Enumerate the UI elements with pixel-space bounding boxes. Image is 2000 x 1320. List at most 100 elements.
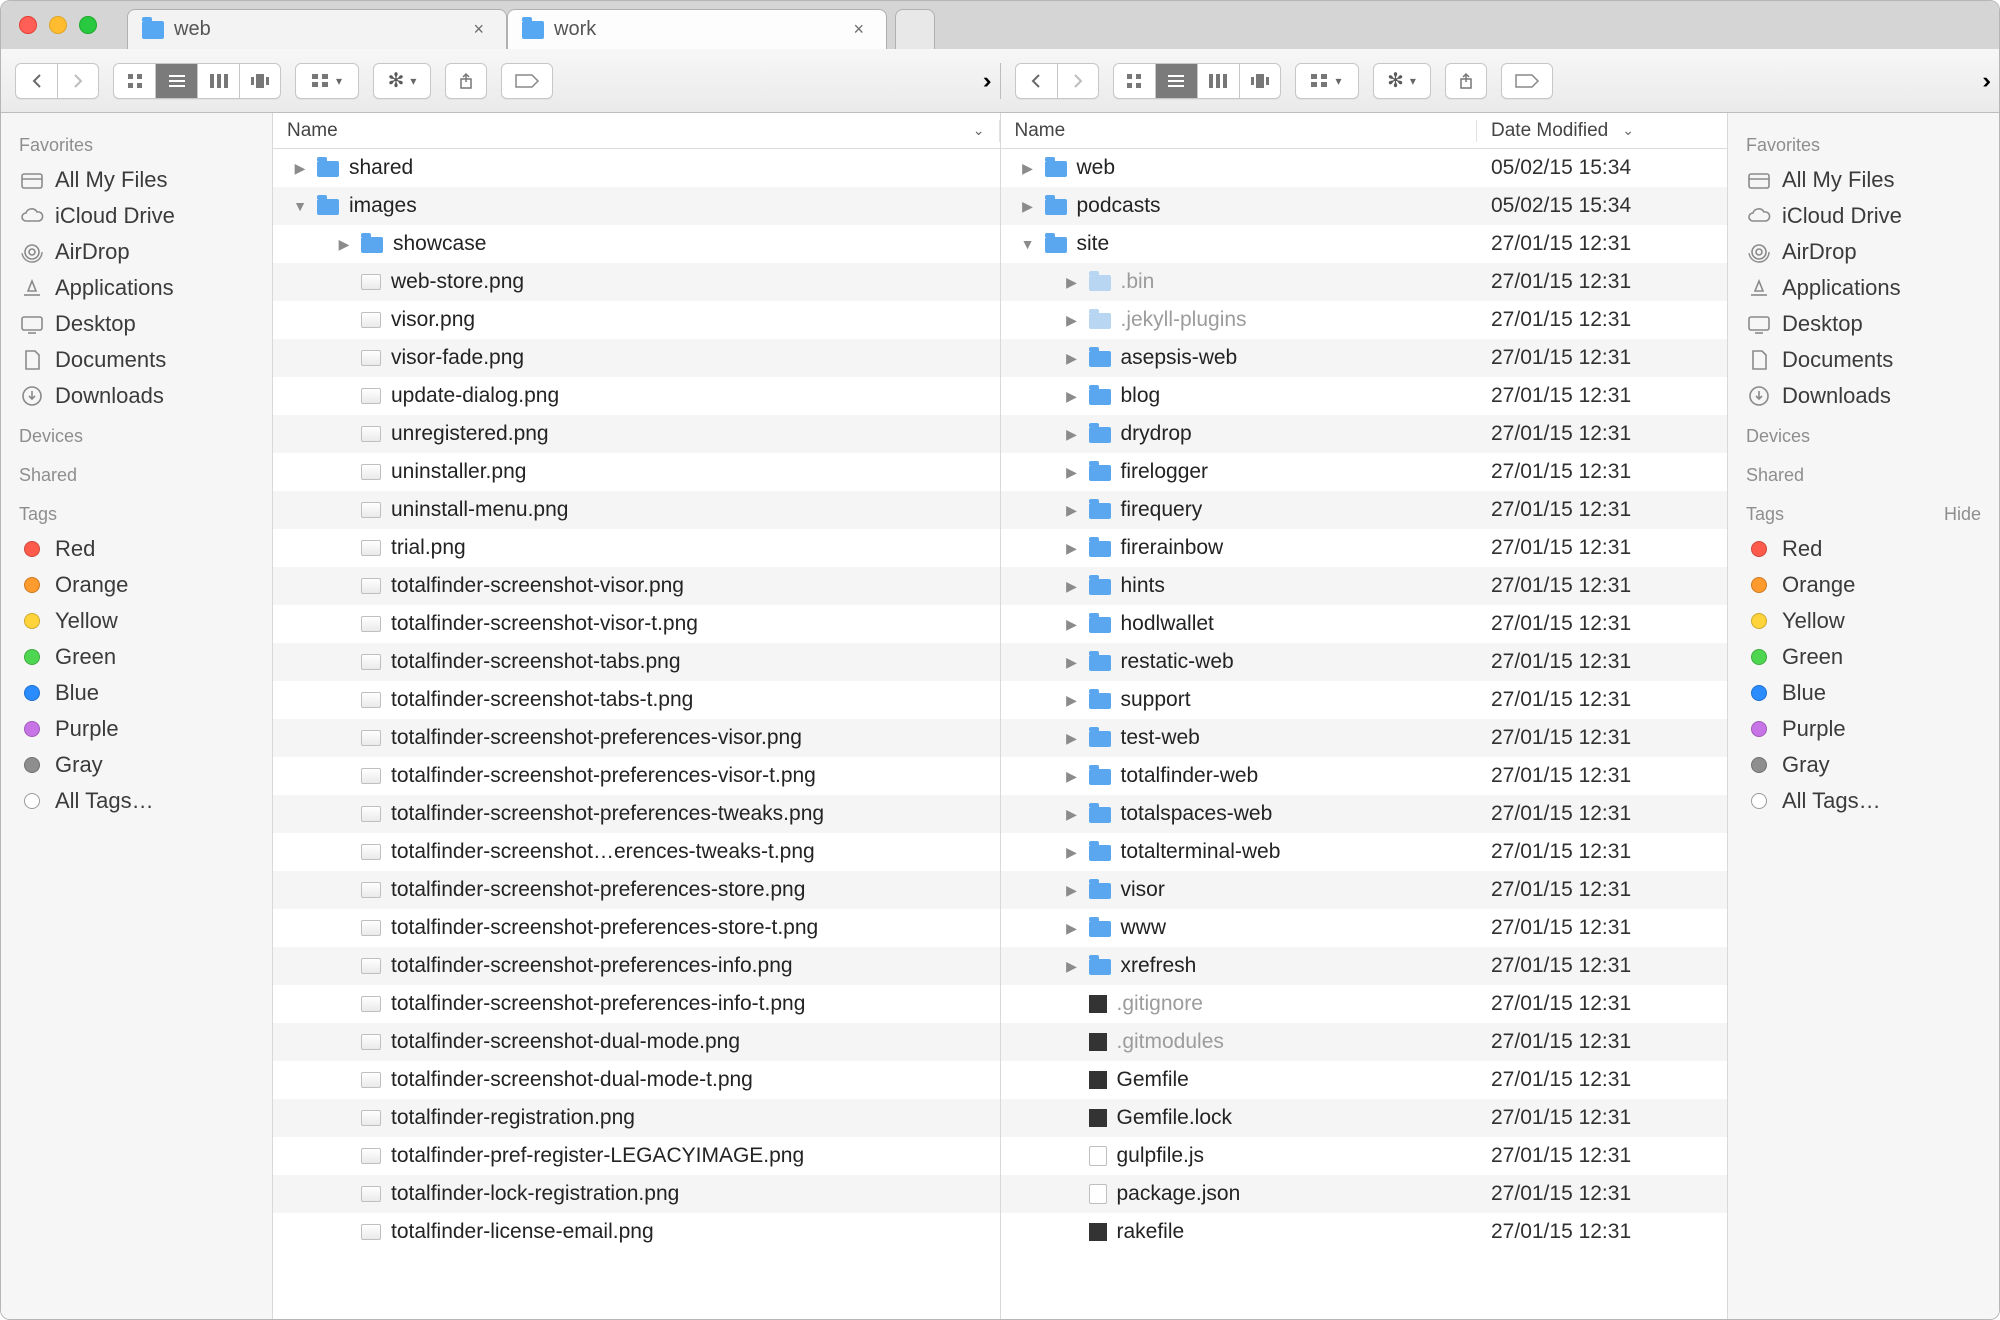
list-item[interactable]: visor.png [273, 301, 1000, 339]
sidebar-tag-blue[interactable]: Blue [1728, 675, 1999, 711]
disclosure-triangle-icon[interactable]: ▶ [1065, 578, 1079, 595]
list-item[interactable]: totalfinder-screenshot-visor.png [273, 567, 1000, 605]
disclosure-triangle-icon[interactable]: ▶ [1065, 274, 1079, 291]
list-item[interactable]: totalfinder-screenshot-visor-t.png [273, 605, 1000, 643]
list-item[interactable]: ▶ firerainbow 27/01/15 12:31 [1001, 529, 1728, 567]
list-item[interactable]: ▶ podcasts 05/02/15 15:34 [1001, 187, 1728, 225]
sidebar-tag-yellow[interactable]: Yellow [1728, 603, 1999, 639]
list-item[interactable]: ▶ xrefresh 27/01/15 12:31 [1001, 947, 1728, 985]
list-item[interactable]: uninstall-menu.png [273, 491, 1000, 529]
list-item[interactable]: Gemfile.lock 27/01/15 12:31 [1001, 1099, 1728, 1137]
action-button[interactable]: ✻▾ [373, 63, 431, 99]
disclosure-triangle-icon[interactable]: ▶ [1021, 198, 1035, 215]
sidebar-item-applications[interactable]: Applications [1728, 270, 1999, 306]
sidebar-tag-red[interactable]: Red [1728, 531, 1999, 567]
disclosure-triangle-icon[interactable]: ▶ [1065, 730, 1079, 747]
icon-view-button-right[interactable] [1113, 63, 1155, 99]
list-item[interactable]: package.json 27/01/15 12:31 [1001, 1175, 1728, 1213]
minimize-window-button[interactable] [49, 16, 67, 34]
disclosure-triangle-icon[interactable]: ▶ [1021, 160, 1035, 177]
disclosure-triangle-icon[interactable]: ▶ [1065, 426, 1079, 443]
sidebar-item-documents[interactable]: Documents [1728, 342, 1999, 378]
list-item[interactable]: totalfinder-screenshot-preferences-store… [273, 909, 1000, 947]
sidebar-item-icloud drive[interactable]: iCloud Drive [1, 198, 272, 234]
sidebar-item-desktop[interactable]: Desktop [1, 306, 272, 342]
list-item[interactable]: gulpfile.js 27/01/15 12:31 [1001, 1137, 1728, 1175]
column-date-right[interactable]: Date Modified⌄ [1477, 120, 1727, 142]
sidebar-tag-purple[interactable]: Purple [1728, 711, 1999, 747]
tags-button-right[interactable] [1501, 63, 1553, 99]
list-item[interactable]: totalfinder-screenshot…erences-tweaks-t.… [273, 833, 1000, 871]
toolbar-overflow-icon-right[interactable]: ›› [1982, 68, 1985, 94]
toolbar-overflow-icon[interactable]: ›› [983, 68, 986, 94]
disclosure-triangle-icon[interactable]: ▶ [1065, 540, 1079, 557]
hide-tags-button[interactable]: Hide [1944, 504, 1981, 525]
close-tab-icon[interactable]: × [853, 19, 864, 40]
sidebar-tag-orange[interactable]: Orange [1728, 567, 1999, 603]
sidebar-tag-purple[interactable]: Purple [1, 711, 272, 747]
forward-button-right[interactable] [1057, 63, 1099, 99]
arrange-button-right[interactable]: ▾ [1295, 63, 1359, 99]
list-item[interactable]: ▶ .jekyll-plugins 27/01/15 12:31 [1001, 301, 1728, 339]
sidebar-tag-gray[interactable]: Gray [1728, 747, 1999, 783]
list-item[interactable]: ▼ images [273, 187, 1000, 225]
list-item[interactable]: totalfinder-screenshot-preferences-store… [273, 871, 1000, 909]
new-tab-button[interactable] [895, 9, 935, 49]
disclosure-triangle-icon[interactable]: ▼ [1021, 236, 1035, 252]
tab-work[interactable]: work × [507, 9, 887, 49]
list-item[interactable]: unregistered.png [273, 415, 1000, 453]
sidebar-tag-green[interactable]: Green [1728, 639, 1999, 675]
disclosure-triangle-icon[interactable]: ▶ [1065, 806, 1079, 823]
list-item[interactable]: trial.png [273, 529, 1000, 567]
disclosure-triangle-icon[interactable]: ▶ [1065, 844, 1079, 861]
sidebar-item-icloud drive[interactable]: iCloud Drive [1728, 198, 1999, 234]
list-item[interactable]: totalfinder-screenshot-dual-mode.png [273, 1023, 1000, 1061]
disclosure-triangle-icon[interactable]: ▶ [1065, 692, 1079, 709]
list-item[interactable]: totalfinder-screenshot-tabs.png [273, 643, 1000, 681]
list-item[interactable]: ▶ hodlwallet 27/01/15 12:31 [1001, 605, 1728, 643]
list-item[interactable]: Gemfile 27/01/15 12:31 [1001, 1061, 1728, 1099]
list-item[interactable]: ▶ totalspaces-web 27/01/15 12:31 [1001, 795, 1728, 833]
back-button-right[interactable] [1015, 63, 1057, 99]
list-item[interactable]: totalfinder-screenshot-preferences-info.… [273, 947, 1000, 985]
column-name[interactable]: Name⌄ [273, 120, 1000, 142]
list-item[interactable]: totalfinder-registration.png [273, 1099, 1000, 1137]
disclosure-triangle-icon[interactable]: ▶ [1065, 958, 1079, 975]
sidebar-tag-green[interactable]: Green [1, 639, 272, 675]
list-item[interactable]: uninstaller.png [273, 453, 1000, 491]
list-item[interactable]: totalfinder-screenshot-preferences-info-… [273, 985, 1000, 1023]
zoom-window-button[interactable] [79, 16, 97, 34]
list-item[interactable]: ▶ drydrop 27/01/15 12:31 [1001, 415, 1728, 453]
list-item[interactable]: totalfinder-screenshot-tabs-t.png [273, 681, 1000, 719]
list-item[interactable]: ▶ hints 27/01/15 12:31 [1001, 567, 1728, 605]
sidebar-tag-gray[interactable]: Gray [1, 747, 272, 783]
disclosure-triangle-icon[interactable]: ▶ [337, 236, 351, 253]
disclosure-triangle-icon[interactable]: ▶ [1065, 920, 1079, 937]
forward-button[interactable] [57, 63, 99, 99]
column-view-button[interactable] [197, 63, 239, 99]
list-item[interactable]: ▶ support 27/01/15 12:31 [1001, 681, 1728, 719]
sidebar-item-airdrop[interactable]: AirDrop [1728, 234, 1999, 270]
list-item[interactable]: totalfinder-screenshot-preferences-visor… [273, 757, 1000, 795]
list-item[interactable]: ▶ totalfinder-web 27/01/15 12:31 [1001, 757, 1728, 795]
share-button-right[interactable] [1445, 63, 1487, 99]
disclosure-triangle-icon[interactable]: ▶ [1065, 616, 1079, 633]
list-item[interactable]: ▶ visor 27/01/15 12:31 [1001, 871, 1728, 909]
icon-view-button[interactable] [113, 63, 155, 99]
coverflow-view-button-right[interactable] [1239, 63, 1281, 99]
list-item[interactable]: ▼ site 27/01/15 12:31 [1001, 225, 1728, 263]
sidebar-item-downloads[interactable]: Downloads [1728, 378, 1999, 414]
list-item[interactable]: totalfinder-pref-register-LEGACYIMAGE.pn… [273, 1137, 1000, 1175]
list-item[interactable]: .gitignore 27/01/15 12:31 [1001, 985, 1728, 1023]
list-view-button-right[interactable] [1155, 63, 1197, 99]
disclosure-triangle-icon[interactable]: ▶ [1065, 882, 1079, 899]
column-name-right[interactable]: Name [1001, 120, 1478, 142]
list-item[interactable]: web-store.png [273, 263, 1000, 301]
sidebar-item-airdrop[interactable]: AirDrop [1, 234, 272, 270]
list-item[interactable]: ▶ www 27/01/15 12:31 [1001, 909, 1728, 947]
share-button[interactable] [445, 63, 487, 99]
list-item[interactable]: totalfinder-screenshot-preferences-tweak… [273, 795, 1000, 833]
coverflow-view-button[interactable] [239, 63, 281, 99]
list-item[interactable]: ▶ test-web 27/01/15 12:31 [1001, 719, 1728, 757]
disclosure-triangle-icon[interactable]: ▶ [1065, 350, 1079, 367]
